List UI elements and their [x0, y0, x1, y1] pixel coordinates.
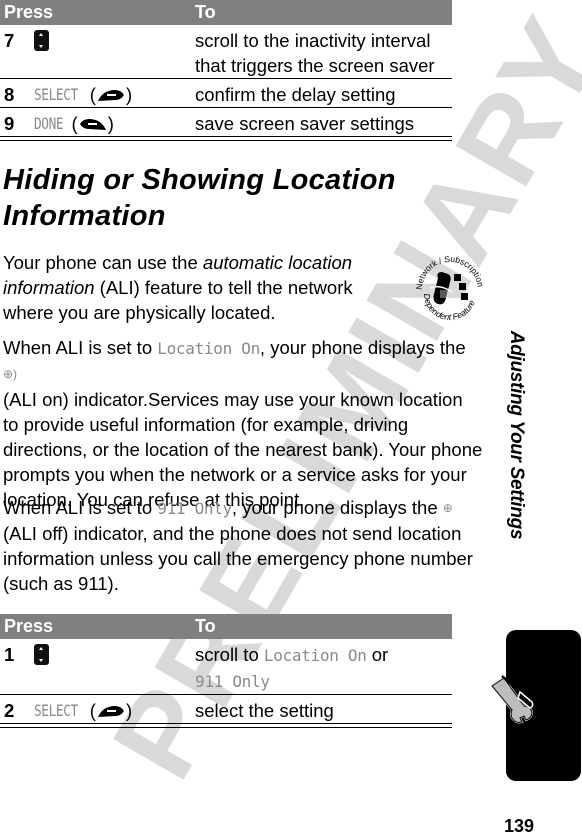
step-instruction: save screen saver settings	[195, 113, 415, 134]
chapter-tab-title: Adjusting Your Settings	[506, 330, 527, 540]
header-to: To	[195, 616, 216, 636]
softkey-label: SELECT	[34, 85, 78, 104]
table-row: 9 DONE ( ) save screen saver settings	[0, 108, 452, 137]
softkey-label: SELECT	[34, 701, 78, 720]
table-row: 8 SELECT ( ) confirm the delay setting	[0, 79, 452, 108]
header-press: Press	[4, 616, 54, 636]
left-soft-key-icon	[79, 118, 106, 130]
step-number: 1	[4, 644, 15, 665]
table-row: 1 scroll to Location On or 911 Only	[0, 639, 452, 695]
steps-table-bottom: Press To 1 scroll to Location On or 911 …	[0, 614, 452, 728]
nav-key-icon	[34, 30, 49, 51]
table-row: 2 SELECT ( ) select the setting	[0, 695, 452, 724]
softkey-label: DONE	[34, 114, 64, 133]
step-number: 9	[4, 113, 15, 134]
step-instruction: select the setting	[195, 700, 334, 721]
step-instruction: confirm the delay setting	[195, 84, 396, 105]
step-number: 8	[4, 84, 15, 105]
911-only-term: 911 Only	[195, 672, 270, 691]
ali-on-paragraph: When ALI is set to Location On, your pho…	[3, 337, 483, 510]
location-on-term: Location On	[157, 339, 260, 358]
table-row: 7 scroll to the inactivity interval that…	[0, 25, 452, 79]
header-press: Press	[4, 2, 54, 22]
steps-table-top: Press To 7 scroll to the inactivity inte…	[0, 0, 452, 141]
header-to: To	[195, 2, 216, 22]
right-soft-key-icon	[97, 705, 124, 717]
ali-off-icon: ⊕	[442, 501, 453, 515]
location-on-term: Location On	[263, 646, 367, 665]
table-header: Press To	[0, 0, 452, 25]
step-number: 2	[4, 700, 15, 721]
intro-paragraph: Your phone can use the automatic locatio…	[3, 252, 353, 323]
table-end-rule	[0, 727, 452, 728]
right-soft-key-icon	[97, 89, 124, 101]
table-end-rule	[0, 140, 452, 141]
table-header: Press To	[0, 614, 452, 639]
step-instruction: scroll to the inactivity interval	[195, 30, 431, 51]
section-heading: Hiding or Showing Location Information	[3, 164, 396, 232]
page-number: 139	[504, 816, 535, 836]
ali-on-icon: ⊕)	[3, 367, 18, 381]
svg-text:Network / Subscription: Network / Subscription	[414, 254, 486, 290]
nav-key-icon	[34, 644, 49, 665]
ali-off-paragraph: When ALI is set to 911 Only, your phone …	[3, 497, 473, 594]
911-only-term: 911 Only	[157, 499, 232, 518]
network-subscription-dependent-feature-icon: Network / Subscription Dependent Feature	[414, 254, 486, 322]
tools-icon	[490, 675, 534, 724]
step-instruction: that triggers the screen saver	[195, 55, 435, 76]
step-number: 7	[4, 30, 15, 51]
svg-text:Dependent Feature: Dependent Feature	[422, 293, 477, 322]
